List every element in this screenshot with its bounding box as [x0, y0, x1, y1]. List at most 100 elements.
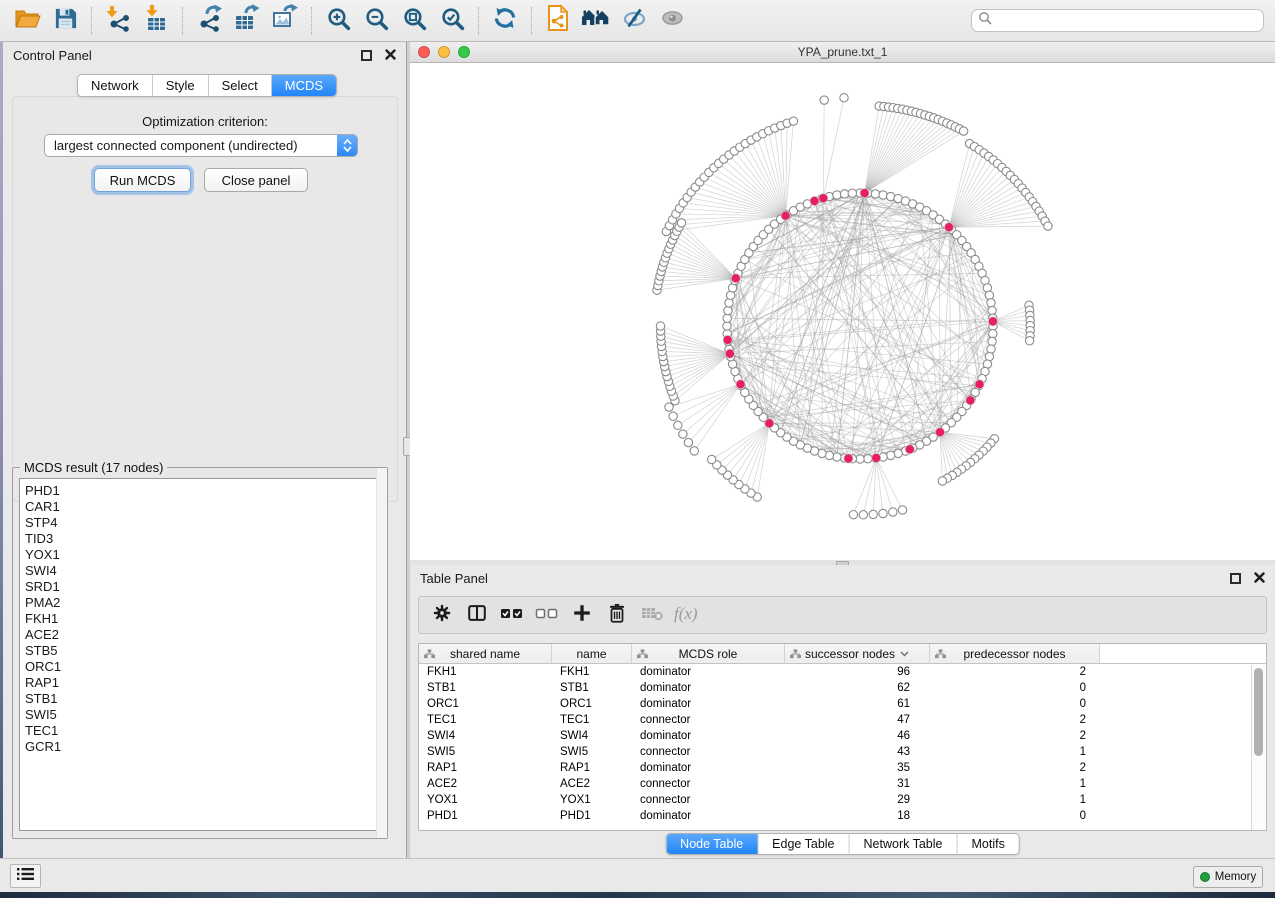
graph-node — [723, 314, 731, 322]
mcds-result-item[interactable]: RAP1 — [20, 675, 380, 691]
result-list-scrollbar[interactable] — [376, 468, 387, 838]
tab-select[interactable]: Select — [209, 75, 272, 96]
mcds-result-item[interactable]: ACE2 — [20, 627, 380, 643]
task-history-button[interactable] — [10, 864, 41, 888]
mcds-result-item[interactable]: ORC1 — [20, 659, 380, 675]
graph-node — [848, 189, 856, 197]
zoom-selected-button[interactable] — [433, 4, 471, 38]
table-settings-button[interactable] — [429, 602, 455, 628]
tab-network[interactable]: Network — [78, 75, 153, 96]
table-row[interactable]: SWI5SWI5connector431 — [419, 744, 1266, 760]
graph-node-mcds — [731, 274, 740, 283]
mcds-result-item[interactable]: SWI4 — [20, 563, 380, 579]
table-scrollbar-thumb[interactable] — [1254, 668, 1263, 756]
mcds-result-item[interactable]: TEC1 — [20, 723, 380, 739]
graph-edge — [709, 172, 786, 215]
mcds-result-list[interactable]: PHD1CAR1STP4TID3YOX1SWI4SRD1PMA2FKH1ACE2… — [19, 478, 381, 831]
mcds-result-item[interactable]: FKH1 — [20, 611, 380, 627]
float-panel-icon[interactable] — [361, 50, 372, 61]
graph-node — [889, 508, 897, 516]
close-panel-icon[interactable] — [1254, 571, 1265, 586]
network-canvas[interactable] — [410, 63, 1275, 560]
mcds-result-item[interactable]: YOX1 — [20, 547, 380, 563]
refresh-button[interactable] — [486, 4, 524, 38]
function-builder-button[interactable]: f(x) — [674, 602, 700, 628]
search-input[interactable] — [996, 14, 1257, 28]
open-session-button[interactable] — [8, 4, 46, 38]
column-header-predecessor-nodes[interactable]: predecessor nodes — [930, 644, 1100, 664]
import-table-button[interactable] — [137, 4, 175, 38]
zoom-out-button[interactable] — [357, 4, 395, 38]
tab-mcds[interactable]: MCDS — [272, 75, 336, 96]
graph-edge — [865, 116, 930, 193]
create-column-button[interactable] — [569, 602, 595, 628]
export-image-button[interactable] — [266, 4, 304, 38]
table-scrollbar[interactable] — [1251, 665, 1265, 830]
table-row[interactable]: YOX1YOX1connector291 — [419, 792, 1266, 808]
column-header-name[interactable]: name — [552, 644, 632, 664]
delete-table-button[interactable] — [639, 602, 665, 628]
export-network-button[interactable] — [190, 4, 228, 38]
table-row[interactable]: RAP1RAP1dominator352 — [419, 760, 1266, 776]
graph-edge — [823, 100, 824, 198]
status-bar: Memory — [0, 858, 1275, 892]
tab-edge-table[interactable]: Edge Table — [758, 834, 849, 854]
table-body: FKH1FKH1dominator962STB1STB1dominator620… — [419, 664, 1266, 824]
fx-icon: f(x) — [672, 601, 702, 630]
graph-node — [833, 453, 841, 461]
new-network-from-selection-button[interactable] — [539, 4, 577, 38]
mcds-result-item[interactable]: STB5 — [20, 643, 380, 659]
select-all-columns-button[interactable] — [499, 602, 525, 628]
float-panel-icon[interactable] — [1230, 573, 1241, 584]
memory-button[interactable]: Memory — [1193, 866, 1263, 888]
list-icon — [17, 867, 34, 886]
criterion-dropdown[interactable]: largest connected component (undirected) — [44, 134, 358, 157]
tab-style[interactable]: Style — [153, 75, 209, 96]
mcds-result-item[interactable]: STB1 — [20, 691, 380, 707]
run-mcds-button[interactable]: Run MCDS — [94, 168, 191, 192]
mcds-result-item[interactable]: PMA2 — [20, 595, 380, 611]
table-row[interactable]: PHD1PHD1dominator180 — [419, 808, 1266, 824]
show-details-button[interactable] — [653, 4, 691, 38]
table-row[interactable]: ORC1ORC1dominator610 — [419, 696, 1266, 712]
graph-edge — [677, 231, 736, 278]
mcds-result-item[interactable]: SWI5 — [20, 707, 380, 723]
column-header-MCDS-role[interactable]: MCDS role — [632, 644, 785, 664]
refresh-icon — [492, 5, 518, 36]
graph-node-mcds — [723, 335, 732, 344]
table-row[interactable]: FKH1FKH1dominator962 — [419, 664, 1266, 680]
tab-node-table[interactable]: Node Table — [666, 834, 758, 854]
table-row[interactable]: SWI4SWI4dominator462 — [419, 728, 1266, 744]
zoom-fit-button[interactable] — [395, 4, 433, 38]
mcds-result-item[interactable]: STP4 — [20, 515, 380, 531]
graph-node — [669, 412, 677, 420]
mcds-result-item[interactable]: PHD1 — [20, 483, 380, 499]
import-network-button[interactable] — [99, 4, 137, 38]
show-panels-button[interactable] — [577, 4, 615, 38]
mcds-result-item[interactable]: CAR1 — [20, 499, 380, 515]
search-field[interactable] — [971, 9, 1264, 32]
tab-network-table[interactable]: Network Table — [850, 834, 958, 854]
save-session-button[interactable] — [46, 4, 84, 38]
column-header-shared-name[interactable]: shared name — [419, 644, 552, 664]
delete-column-button[interactable] — [604, 602, 630, 628]
hide-details-button[interactable] — [615, 4, 653, 38]
graph-node — [864, 455, 872, 463]
mcds-result-item[interactable]: SRD1 — [20, 579, 380, 595]
column-header-successor-nodes[interactable]: successor nodes — [785, 644, 930, 664]
graph-node-mcds — [905, 445, 914, 454]
network-graph[interactable] — [410, 63, 1275, 560]
table-row[interactable]: STB1STB1dominator620 — [419, 680, 1266, 696]
graph-edge — [876, 458, 893, 512]
split-view-button[interactable] — [464, 602, 490, 628]
deselect-all-columns-button[interactable] — [534, 602, 560, 628]
zoom-in-button[interactable] — [319, 4, 357, 38]
mcds-result-item[interactable]: GCR1 — [20, 739, 380, 755]
table-row[interactable]: TEC1TEC1connector472 — [419, 712, 1266, 728]
table-row[interactable]: ACE2ACE2connector311 — [419, 776, 1266, 792]
mcds-result-item[interactable]: TID3 — [20, 531, 380, 547]
close-panel-button[interactable]: Close panel — [204, 168, 308, 192]
close-panel-icon[interactable] — [385, 48, 396, 63]
tab-motifs[interactable]: Motifs — [957, 834, 1018, 854]
export-table-button[interactable] — [228, 4, 266, 38]
